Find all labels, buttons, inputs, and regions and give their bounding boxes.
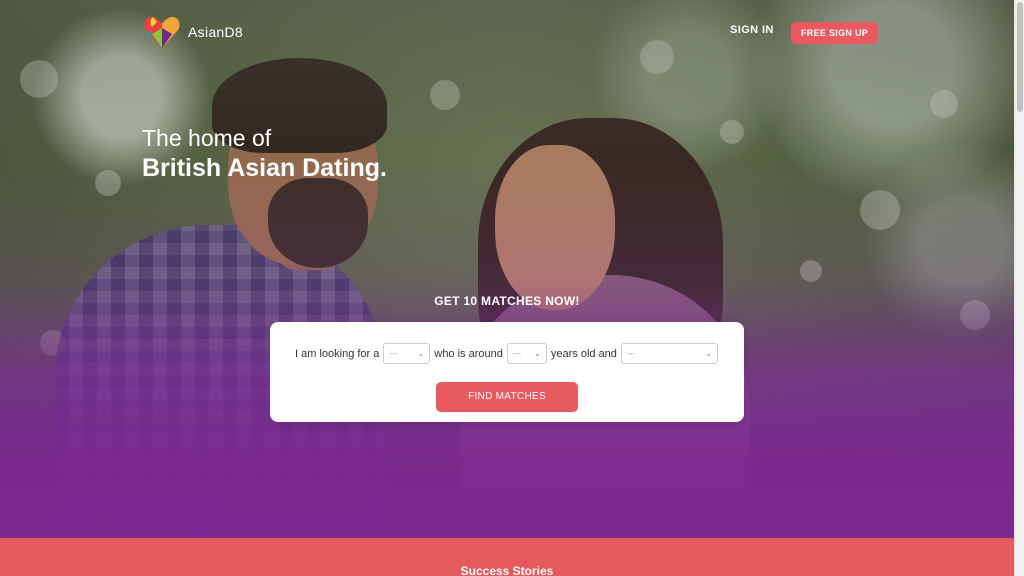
age-select[interactable]: --- ⌄ bbox=[506, 343, 547, 364]
success-stories-section: Success Stories bbox=[0, 538, 1014, 576]
chevron-down-icon: ⌄ bbox=[417, 349, 425, 358]
match-search-card: I am looking for a --- ⌄ who is around -… bbox=[270, 322, 744, 422]
gender-select[interactable]: --- ⌄ bbox=[383, 343, 431, 364]
matches-cta-heading: GET 10 MATCHES NOW! bbox=[434, 294, 580, 308]
chevron-down-icon: ⌄ bbox=[705, 349, 712, 358]
brand-name: AsianD8 bbox=[188, 24, 244, 40]
looking-for-label: I am looking for a bbox=[295, 347, 380, 360]
gender-select-value: --- bbox=[389, 349, 398, 358]
search-criteria-row: I am looking for a --- ⌄ who is around -… bbox=[295, 343, 718, 364]
hero-section: AsianD8 SIGN IN FREE SIGN UP The home of… bbox=[0, 0, 1014, 538]
free-sign-up-button[interactable]: FREE SIGN UP bbox=[791, 22, 879, 44]
preference-select-value: --- bbox=[626, 349, 635, 358]
hero-headline: The home of British Asian Dating. bbox=[142, 124, 387, 184]
brand-logo[interactable]: AsianD8 bbox=[142, 12, 243, 52]
heart-logo-icon bbox=[142, 12, 182, 52]
success-stories-title: Success Stories bbox=[460, 564, 554, 576]
headline-line-2: British Asian Dating. bbox=[142, 154, 387, 182]
landing-page: AsianD8 SIGN IN FREE SIGN UP The home of… bbox=[0, 0, 1014, 576]
page-scrollbar[interactable] bbox=[1014, 0, 1024, 576]
headline-line-1: The home of bbox=[142, 125, 272, 151]
age-label: who is around bbox=[434, 347, 503, 360]
age-select-value: --- bbox=[512, 349, 521, 358]
find-matches-button[interactable]: FIND MATCHES bbox=[436, 382, 578, 412]
preference-select[interactable]: --- ⌄ bbox=[620, 343, 718, 364]
sign-in-link[interactable]: SIGN IN bbox=[730, 24, 774, 36]
chevron-down-icon: ⌄ bbox=[534, 349, 541, 358]
years-label: years old and bbox=[550, 347, 617, 360]
scrollbar-thumb[interactable] bbox=[1017, 2, 1023, 112]
